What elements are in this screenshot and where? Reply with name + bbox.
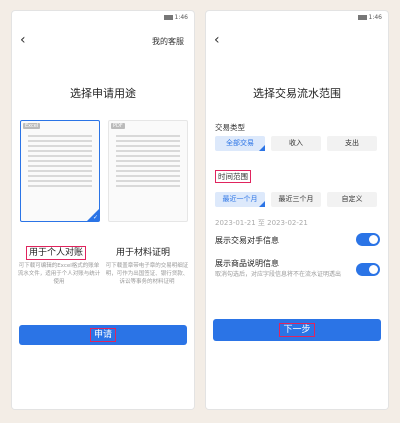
back-icon[interactable]: ‹ xyxy=(214,33,220,47)
status-time: 1:46 xyxy=(368,14,382,21)
option-desc-personal: 可下载可编辑的Excel格式的账单流水文件，适用于个人对账与统计使用 xyxy=(17,263,101,285)
time-label: 时间范围 xyxy=(215,170,251,183)
status-time: 1:46 xyxy=(174,14,188,21)
option-card-proof[interactable]: PDF xyxy=(108,120,188,222)
excel-tag: Excel xyxy=(23,123,41,129)
phone-screen-purpose: 1:46 ‹ 我的客服 选择申请用途 Excel ✓ PDF 用于个人对账 用于… xyxy=(11,10,195,410)
nav-bar xyxy=(206,379,388,409)
page-title: 选择申请用途 xyxy=(70,87,136,100)
toggle-desc-product: 取消勾选后，对应字段信息将不在流水证明透出 xyxy=(215,271,342,278)
option-desc-proof: 可下载盖章带电子章的交易明细证明，可作为出国签证、银行贷款、诉讼等事务的材料证明 xyxy=(105,263,189,285)
chip-all-transactions[interactable]: 全部交易 xyxy=(215,136,265,151)
chip-last-month[interactable]: 最近一个月 xyxy=(215,192,265,207)
type-label: 交易类型 xyxy=(215,123,245,132)
chip-custom[interactable]: 自定义 xyxy=(327,192,377,207)
date-range: 2023-01-21 至 2023-02-21 xyxy=(215,219,308,227)
phone-screen-range: 1:46 ‹ 选择交易流水范围 交易类型 全部交易 收入 支出 时间范围 最近一… xyxy=(205,10,389,410)
signal-icon xyxy=(163,15,173,20)
page-title: 选择交易流水范围 xyxy=(253,87,341,100)
nav-bar xyxy=(12,379,194,409)
document-preview xyxy=(116,135,180,211)
pdf-tag: PDF xyxy=(111,123,125,129)
apply-button[interactable]: 申请 xyxy=(19,325,187,345)
counterparty-toggle[interactable] xyxy=(356,233,380,246)
signal-icon xyxy=(357,15,367,20)
toggle-label-product: 展示商品说明信息 xyxy=(215,259,279,268)
toggle-label-counterparty: 展示交易对手信息 xyxy=(215,236,279,245)
option-label-personal: 用于个人对账 xyxy=(26,245,87,260)
next-button[interactable]: 下一步 xyxy=(213,319,381,341)
status-bar: 1:46 xyxy=(163,14,188,21)
document-preview xyxy=(28,135,92,211)
my-service-link[interactable]: 我的客服 xyxy=(152,36,184,47)
status-bar: 1:46 xyxy=(357,14,382,21)
chip-expense[interactable]: 支出 xyxy=(327,136,377,151)
option-card-personal[interactable]: Excel ✓ xyxy=(20,120,100,222)
product-toggle[interactable] xyxy=(356,263,380,276)
option-label-proof: 用于材料证明 xyxy=(116,248,171,258)
chip-income[interactable]: 收入 xyxy=(271,136,321,151)
chip-last-three-months[interactable]: 最近三个月 xyxy=(271,192,321,207)
check-icon: ✓ xyxy=(92,214,98,221)
back-icon[interactable]: ‹ xyxy=(20,33,26,47)
